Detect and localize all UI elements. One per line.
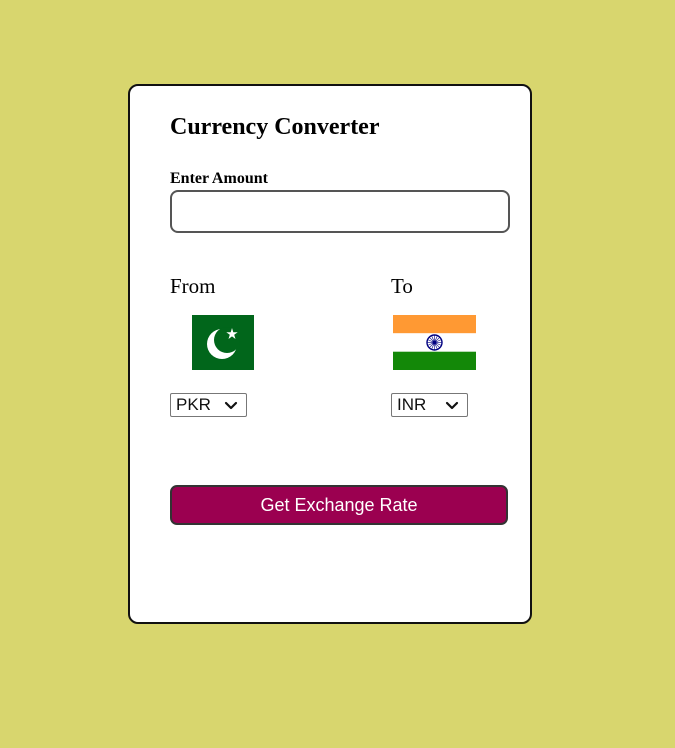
converter-card: Currency Converter Enter Amount From To … — [128, 84, 532, 624]
page-title: Currency Converter — [170, 114, 380, 140]
chevron-down-icon — [224, 401, 238, 410]
from-currency-select[interactable]: PKR — [170, 393, 247, 417]
to-label: To — [391, 274, 413, 298]
chevron-down-icon — [445, 401, 459, 410]
amount-label: Enter Amount — [170, 170, 268, 187]
india-flag-icon — [393, 315, 476, 370]
get-exchange-rate-button[interactable]: Get Exchange Rate — [170, 485, 508, 525]
from-currency-value: PKR — [176, 395, 211, 414]
amount-input[interactable] — [170, 190, 510, 233]
to-currency-select[interactable]: INR — [391, 393, 468, 417]
from-label: From — [170, 274, 216, 298]
to-currency-value: INR — [397, 395, 427, 414]
pakistan-flag-icon — [192, 315, 254, 370]
